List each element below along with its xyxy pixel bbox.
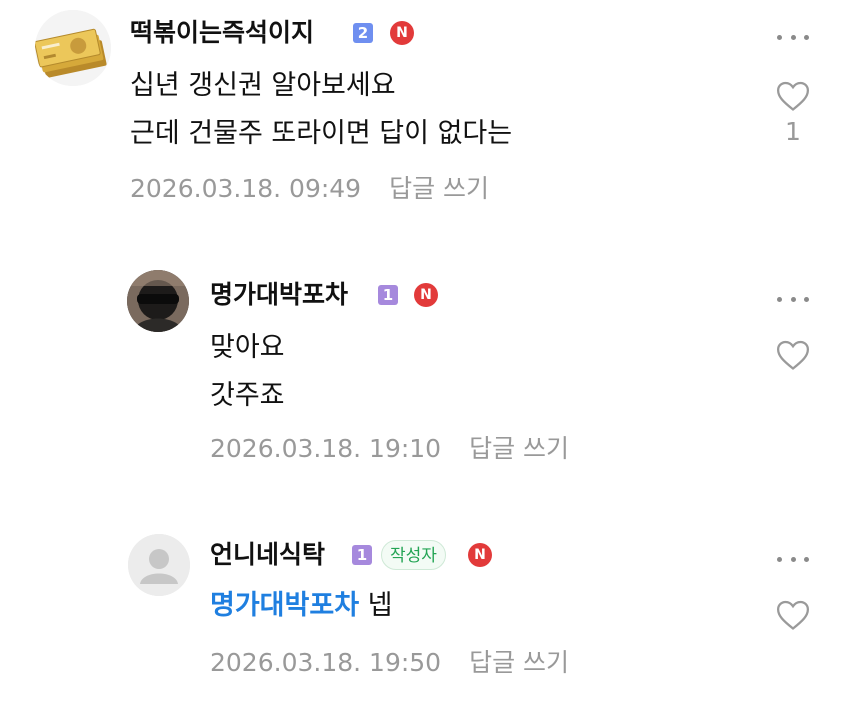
heart-icon[interactable]: [776, 599, 810, 631]
more-options-icon[interactable]: [777, 555, 809, 563]
money-bill-icon: [35, 10, 111, 86]
nickname[interactable]: 명가대박포차: [210, 280, 348, 310]
comment-text-line: 맞아요: [210, 332, 285, 363]
comment-item: 언니네식탁 1 작성자 N 명가대박포차 넵 2026.03.18. 19:50…: [0, 526, 850, 708]
more-options-icon[interactable]: [777, 295, 809, 303]
new-badge: N: [414, 283, 438, 307]
author-tag: 작성자: [381, 540, 446, 570]
like-count: 1: [785, 117, 801, 146]
timestamp: 2026.03.18. 19:50: [210, 648, 442, 677]
level-badge: 1: [352, 545, 372, 565]
mention-link[interactable]: 명가대박포차: [210, 590, 359, 621]
reply-button[interactable]: 답글 쓰기: [469, 434, 569, 463]
profile-photo-icon: [127, 270, 189, 332]
comment-item: 떡볶이는즉석이지 2 N 십년 갱신권 알아보세요 근데 건물주 또라이면 답이…: [0, 0, 850, 240]
comment-item: 명가대박포차 1 N 맞아요 갓주죠 2026.03.18. 19:10 답글 쓰…: [0, 262, 850, 482]
comment-meta: 2026.03.18. 19:10 답글 쓰기: [210, 434, 569, 464]
default-user-icon: [128, 534, 190, 596]
new-badge: N: [468, 543, 492, 567]
timestamp: 2026.03.18. 19:10: [210, 434, 442, 463]
avatar[interactable]: [128, 534, 190, 596]
comment-meta: 2026.03.18. 09:49 답글 쓰기: [130, 174, 489, 204]
level-badge: 2: [353, 23, 373, 43]
comment-text-body: 넵: [367, 590, 393, 621]
comment-text-line: 십년 갱신권 알아보세요: [130, 70, 396, 101]
heart-icon[interactable]: [776, 80, 810, 112]
avatar[interactable]: [35, 10, 111, 86]
avatar[interactable]: [127, 270, 189, 332]
nickname[interactable]: 떡볶이는즉석이지: [130, 18, 314, 48]
new-badge: N: [390, 21, 414, 45]
comment-text: 명가대박포차 넵: [210, 582, 392, 630]
more-options-icon[interactable]: [777, 33, 809, 41]
comment-meta: 2026.03.18. 19:50 답글 쓰기: [210, 648, 569, 678]
nickname[interactable]: 언니네식탁: [210, 540, 325, 570]
heart-icon[interactable]: [776, 339, 810, 371]
timestamp: 2026.03.18. 09:49: [130, 174, 362, 203]
comment-text-line: 근데 건물주 또라이면 답이 없다는: [130, 118, 513, 149]
comment-text-line: 갓주죠: [210, 380, 285, 411]
level-badge: 1: [378, 285, 398, 305]
reply-button[interactable]: 답글 쓰기: [469, 648, 569, 677]
reply-button[interactable]: 답글 쓰기: [389, 174, 489, 203]
